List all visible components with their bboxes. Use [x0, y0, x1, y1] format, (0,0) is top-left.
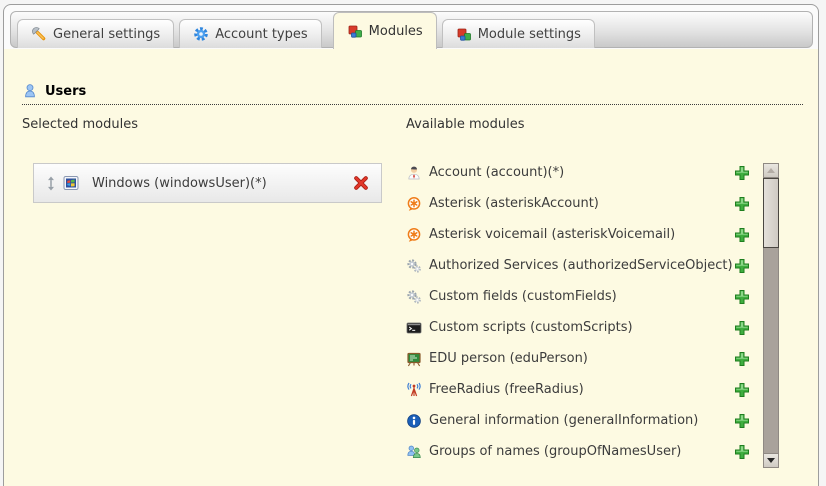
available-module-row: Custom scripts (customScripts)	[406, 312, 750, 343]
available-module-row: Groups of names (groupOfNamesUser)	[406, 436, 750, 467]
asterisk-icon	[406, 227, 422, 243]
wrench-icon	[31, 26, 47, 42]
services-icon	[406, 289, 422, 305]
tab-label: General settings	[53, 27, 160, 42]
add-module-button[interactable]	[734, 320, 750, 336]
terminal-icon	[406, 320, 422, 336]
selected-modules-label: Selected modules	[22, 117, 138, 132]
modules-icon	[456, 26, 472, 42]
available-module-name: EDU person (eduPerson)	[429, 351, 734, 366]
available-module-row: FreeRadius (freeRadius)	[406, 374, 750, 405]
available-module-row: Asterisk (asteriskAccount)	[406, 188, 750, 219]
tab-label: Module settings	[478, 27, 581, 42]
account-icon	[406, 165, 422, 181]
add-module-button[interactable]	[734, 258, 750, 274]
users-section-header: Users	[22, 83, 803, 105]
edu-icon	[406, 351, 422, 367]
tab-account-types[interactable]: Account types	[179, 19, 321, 48]
available-module-name: General information (generalInformation)	[429, 413, 734, 428]
scroll-down-icon	[767, 458, 775, 463]
group-icon	[406, 444, 422, 460]
section-title: Users	[45, 84, 86, 99]
add-module-button[interactable]	[734, 413, 750, 429]
asterisk-icon	[406, 196, 422, 212]
radius-icon	[406, 382, 422, 398]
add-module-button[interactable]	[734, 165, 750, 181]
services-icon	[406, 258, 422, 274]
available-module-name: Asterisk (asteriskAccount)	[429, 196, 734, 211]
tab-module-settings[interactable]: Module settings	[442, 19, 595, 48]
settings-window: General settings Account types Modules Modu…	[3, 4, 819, 486]
add-module-button[interactable]	[734, 382, 750, 398]
scroll-up-icon	[767, 168, 775, 173]
available-module-row: Account (account)(*)	[406, 157, 750, 188]
available-module-name: Groups of names (groupOfNamesUser)	[429, 444, 734, 459]
selected-module-name: Windows (windowsUser)(*)	[92, 176, 267, 191]
add-module-button[interactable]	[734, 196, 750, 212]
gear-icon	[193, 26, 209, 42]
available-module-row: Custom fields (customFields)	[406, 281, 750, 312]
available-module-row: General information (generalInformation)	[406, 405, 750, 436]
available-module-row: Authorized Services (authorizedServiceOb…	[406, 250, 750, 281]
selected-modules-list: Windows (windowsUser)(*)	[33, 163, 382, 203]
available-module-name: Custom scripts (customScripts)	[429, 320, 734, 335]
users-icon	[22, 83, 38, 99]
available-module-name: Account (account)(*)	[429, 165, 734, 180]
available-module-name: Custom fields (customFields)	[429, 289, 734, 304]
remove-module-button[interactable]	[353, 175, 369, 191]
available-modules-list: Account (account)(*) Asterisk (asteriskAc…	[406, 157, 750, 467]
available-module-row: Asterisk voicemail (asteriskVoicemail)	[406, 219, 750, 250]
add-module-button[interactable]	[734, 444, 750, 460]
add-module-button[interactable]	[734, 351, 750, 367]
available-modules-label: Available modules	[406, 117, 524, 132]
info-icon	[406, 413, 422, 429]
add-module-button[interactable]	[734, 227, 750, 243]
tab-label: Account types	[215, 27, 307, 42]
available-module-name: FreeRadius (freeRadius)	[429, 382, 734, 397]
drag-handle-icon[interactable]	[46, 176, 56, 191]
available-module-name: Asterisk voicemail (asteriskVoicemail)	[429, 227, 734, 242]
scrollbar-thumb[interactable]	[763, 178, 779, 248]
available-modules-scrollbar[interactable]	[763, 163, 779, 468]
add-module-button[interactable]	[734, 289, 750, 305]
modules-icon	[347, 23, 363, 39]
tab-general-settings[interactable]: General settings	[17, 19, 174, 48]
available-module-row: EDU person (eduPerson)	[406, 343, 750, 374]
windows-icon	[63, 175, 79, 191]
tab-label: Modules	[369, 24, 423, 39]
available-module-name: Authorized Services (authorizedServiceOb…	[429, 258, 734, 273]
selected-module-row: Windows (windowsUser)(*)	[33, 163, 382, 203]
tab-bar: General settings Account types Modules Modu…	[10, 11, 813, 48]
scroll-down-button[interactable]	[763, 453, 779, 468]
scroll-up-button[interactable]	[763, 163, 779, 178]
tab-modules[interactable]: Modules	[333, 12, 437, 49]
